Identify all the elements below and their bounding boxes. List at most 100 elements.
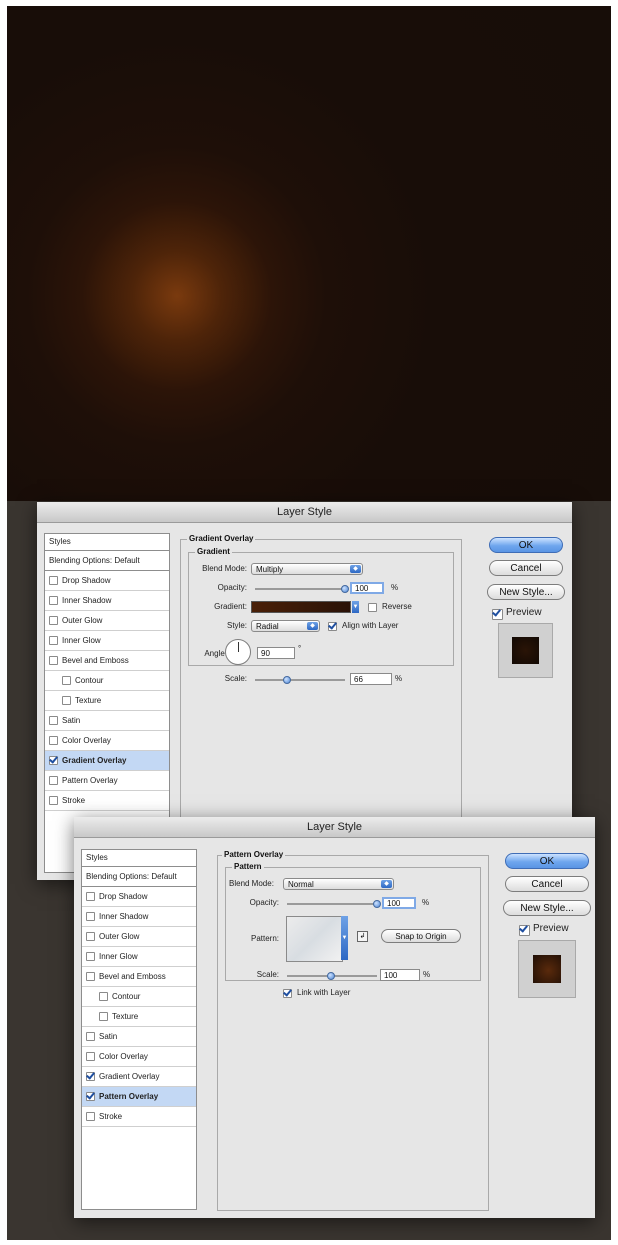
contour-checkbox[interactable] (62, 676, 71, 685)
stroke-checkbox[interactable] (86, 1112, 95, 1121)
style-item-texture[interactable]: Texture (45, 691, 169, 711)
style-item-inner-glow[interactable]: Inner Glow (82, 947, 196, 967)
scale-slider-knob[interactable] (327, 972, 335, 980)
scale-slider[interactable] (255, 676, 345, 684)
style-item-texture[interactable]: Texture (82, 1007, 196, 1027)
style-select[interactable]: Radial ◆ (251, 620, 320, 632)
reverse-checkbox[interactable] (368, 603, 377, 612)
gradient-overlay-checkbox[interactable] (49, 756, 58, 765)
link-with-layer-checkbox[interactable] (283, 989, 292, 998)
style-item-contour[interactable]: Contour (82, 987, 196, 1007)
contour-checkbox[interactable] (99, 992, 108, 1001)
new-style-button[interactable]: New Style... (503, 900, 591, 916)
style-item-inner-shadow[interactable]: Inner Shadow (82, 907, 196, 927)
style-item-label: Contour (75, 676, 104, 685)
inner-glow-checkbox[interactable] (49, 636, 58, 645)
artwork-radial-glow (7, 6, 611, 501)
outer-glow-checkbox[interactable] (86, 932, 95, 941)
opacity-slider[interactable] (287, 900, 381, 908)
ok-button[interactable]: OK (489, 537, 563, 553)
style-item-bevel-emboss[interactable]: Bevel and Emboss (45, 651, 169, 671)
style-item-stroke[interactable]: Stroke (82, 1107, 196, 1127)
inner-shadow-checkbox[interactable] (49, 596, 58, 605)
gradient-overlay-checkbox[interactable] (86, 1072, 95, 1081)
drop-shadow-checkbox[interactable] (49, 576, 58, 585)
style-item-label: Stroke (62, 796, 86, 805)
snap-to-origin-button[interactable]: Snap to Origin (381, 929, 461, 943)
angle-input[interactable]: 90 (257, 647, 295, 659)
blend-mode-select[interactable]: Multiply ◆ (251, 563, 363, 575)
outer-glow-checkbox[interactable] (49, 616, 58, 625)
inner-glow-checkbox[interactable] (86, 952, 95, 961)
style-item-outer-glow[interactable]: Outer Glow (45, 611, 169, 631)
texture-checkbox[interactable] (99, 1012, 108, 1021)
pattern-swatch[interactable] (286, 916, 343, 962)
ok-button[interactable]: OK (505, 853, 589, 869)
style-item-satin[interactable]: Satin (45, 711, 169, 731)
satin-checkbox[interactable] (86, 1032, 95, 1041)
style-item-label: Drop Shadow (62, 576, 111, 585)
pattern-overlay-checkbox[interactable] (86, 1092, 95, 1101)
pattern-dropdown-icon[interactable]: ▼ (341, 916, 348, 960)
scale-slider[interactable] (287, 972, 377, 980)
blending-options-item[interactable]: Blending Options: Default (45, 551, 169, 571)
style-item-outer-glow[interactable]: Outer Glow (82, 927, 196, 947)
gradient-dropdown-icon[interactable]: ▼ (352, 601, 359, 613)
style-item-gradient-overlay[interactable]: Gradient Overlay (45, 751, 169, 771)
style-item-label: Outer Glow (62, 616, 103, 625)
styles-list-header[interactable]: Styles (82, 850, 196, 867)
opacity-slider-knob[interactable] (373, 900, 381, 908)
new-preset-icon[interactable]: ↲ (357, 931, 368, 942)
opacity-slider[interactable] (255, 585, 349, 593)
style-item-label: Gradient Overlay (99, 1072, 160, 1081)
scale-label: Scale: (256, 970, 279, 979)
texture-checkbox[interactable] (62, 696, 71, 705)
blend-mode-select[interactable]: Normal ◆ (283, 878, 394, 890)
blending-options-item[interactable]: Blending Options: Default (82, 867, 196, 887)
style-item-satin[interactable]: Satin (82, 1027, 196, 1047)
style-item-label: Inner Glow (62, 636, 101, 645)
style-item-stroke[interactable]: Stroke (45, 791, 169, 811)
style-item-pattern-overlay[interactable]: Pattern Overlay (82, 1087, 196, 1107)
style-item-inner-shadow[interactable]: Inner Shadow (45, 591, 169, 611)
style-item-color-overlay[interactable]: Color Overlay (45, 731, 169, 751)
drop-shadow-checkbox[interactable] (86, 892, 95, 901)
bevel-emboss-checkbox[interactable] (49, 656, 58, 665)
opacity-input[interactable]: 100 (350, 582, 384, 594)
cancel-button[interactable]: Cancel (505, 876, 589, 892)
opacity-slider-knob[interactable] (341, 585, 349, 593)
cancel-button[interactable]: Cancel (489, 560, 563, 576)
styles-list-header[interactable]: Styles (45, 534, 169, 551)
angle-dial[interactable] (225, 639, 251, 665)
stroke-checkbox[interactable] (49, 796, 58, 805)
scale-input[interactable]: 66 (350, 673, 392, 685)
style-item-inner-glow[interactable]: Inner Glow (45, 631, 169, 651)
style-item-pattern-overlay[interactable]: Pattern Overlay (45, 771, 169, 791)
bevel-emboss-checkbox[interactable] (86, 972, 95, 981)
align-with-layer-checkbox[interactable] (328, 622, 337, 631)
style-item-gradient-overlay[interactable]: Gradient Overlay (82, 1067, 196, 1087)
color-overlay-checkbox[interactable] (86, 1052, 95, 1061)
style-item-drop-shadow[interactable]: Drop Shadow (45, 571, 169, 591)
preview-label: Preview (533, 923, 569, 934)
style-item-label: Inner Shadow (99, 912, 149, 921)
gradient-preview-bar[interactable] (251, 601, 351, 613)
style-item-bevel-emboss[interactable]: Bevel and Emboss (82, 967, 196, 987)
style-item-color-overlay[interactable]: Color Overlay (82, 1047, 196, 1067)
section-title: Gradient Overlay (187, 534, 256, 544)
inner-shadow-checkbox[interactable] (86, 912, 95, 921)
style-item-label: Satin (99, 1032, 118, 1041)
pattern-label: Pattern: (250, 934, 279, 943)
opacity-input[interactable]: 100 (382, 897, 416, 909)
preview-checkbox[interactable] (519, 925, 530, 936)
preview-checkbox[interactable] (492, 609, 503, 620)
scale-input[interactable]: 100 (380, 969, 420, 981)
style-item-contour[interactable]: Contour (45, 671, 169, 691)
new-style-button[interactable]: New Style... (487, 584, 565, 600)
up-down-arrows-icon: ◆ (307, 622, 318, 630)
color-overlay-checkbox[interactable] (49, 736, 58, 745)
satin-checkbox[interactable] (49, 716, 58, 725)
pattern-overlay-checkbox[interactable] (49, 776, 58, 785)
style-item-drop-shadow[interactable]: Drop Shadow (82, 887, 196, 907)
scale-slider-knob[interactable] (283, 676, 291, 684)
